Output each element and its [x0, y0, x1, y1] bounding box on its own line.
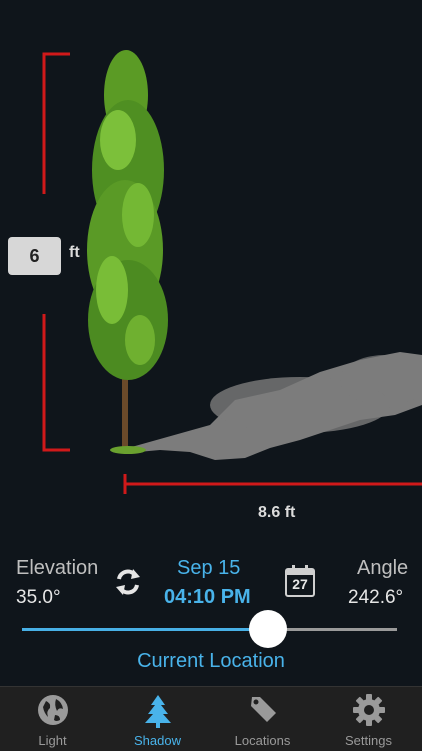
- time-slider-thumb[interactable]: [249, 610, 287, 648]
- globe-icon: [37, 695, 68, 725]
- refresh-icon: [116, 569, 140, 595]
- height-unit-label: ft: [69, 244, 80, 261]
- tree: [87, 50, 168, 454]
- angle-label: Angle: [357, 557, 409, 579]
- calendar-button[interactable]: 27: [284, 564, 316, 598]
- time-slider-track-filled[interactable]: [22, 628, 267, 631]
- shadow-scene: [0, 0, 422, 545]
- calendar-day: 27: [292, 576, 308, 592]
- tab-locations[interactable]: Locations: [210, 687, 315, 751]
- date-selector[interactable]: Sep 15: [177, 557, 240, 580]
- tab-shadow[interactable]: Shadow: [105, 687, 210, 751]
- height-input[interactable]: 6: [8, 237, 61, 275]
- gear-icon: [352, 694, 385, 726]
- shadow-length-bracket: [123, 474, 422, 494]
- refresh-button[interactable]: [112, 566, 144, 598]
- tab-settings[interactable]: Settings: [316, 687, 421, 751]
- scene-canvas: [42, 50, 422, 494]
- tab-bar: Light Shadow Locations Settings: [0, 686, 422, 751]
- angle-value: 242.6°: [348, 587, 404, 608]
- tab-locations-label: Locations: [234, 733, 291, 748]
- tag-icon: [250, 697, 276, 722]
- elevation-value: 35.0°: [16, 587, 61, 608]
- time-selector[interactable]: 04:10 PM: [164, 586, 251, 609]
- current-location-button[interactable]: Current Location: [0, 650, 422, 673]
- tree-shadow: [128, 352, 422, 460]
- tree-icon: [144, 695, 171, 728]
- tab-settings-label: Settings: [345, 733, 392, 748]
- elevation-label: Elevation: [16, 557, 99, 579]
- tab-light[interactable]: Light: [0, 687, 105, 751]
- tab-shadow-label: Shadow: [134, 733, 181, 748]
- shadow-length-label: 8.6 ft: [258, 504, 296, 521]
- tab-light-label: Light: [38, 733, 67, 748]
